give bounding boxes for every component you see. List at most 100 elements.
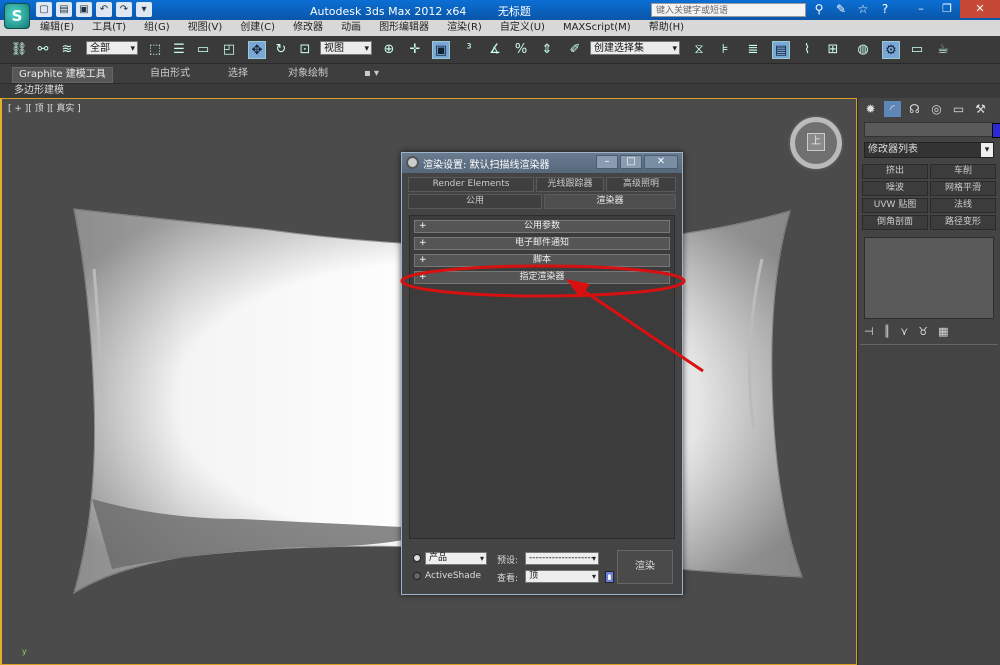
rollout-common-parameters[interactable]: + 公用参数 [414, 220, 670, 233]
pivot-icon[interactable]: ⊕ [380, 41, 398, 59]
render-production-icon[interactable]: ☕ [934, 41, 952, 59]
help-icon[interactable]: ? [878, 2, 892, 16]
menu-help[interactable]: 帮助(H) [649, 20, 684, 36]
render-setup-icon[interactable]: ⚙ [882, 41, 900, 59]
modifier-noise-button[interactable]: 噪波 [862, 181, 928, 196]
polygon-modeling-label[interactable]: 多边形建模 [14, 84, 64, 98]
create-tab-icon[interactable]: ✹ [862, 101, 879, 117]
menu-edit[interactable]: 编辑(E) [40, 20, 74, 36]
save-icon[interactable]: ▣ [76, 2, 92, 17]
rollout-scripts[interactable]: + 脚本 [414, 254, 670, 267]
keyboard-shortcut-icon[interactable]: ▣ [432, 41, 450, 59]
view-select[interactable]: 顶 [525, 570, 599, 583]
app-logo-icon[interactable]: S [4, 3, 30, 29]
menu-modifiers[interactable]: 修改器 [293, 20, 323, 36]
new-file-icon[interactable]: ▢ [36, 2, 52, 17]
configure-sets-icon[interactable]: ▦ [938, 325, 948, 338]
select-manipulate-icon[interactable]: ✛ [406, 41, 424, 59]
ribbon-tab-selection[interactable]: 选择 [228, 67, 248, 81]
modifier-uvw-button[interactable]: UVW 贴图 [862, 198, 928, 213]
dialog-title-bar[interactable]: 渲染设置: 默认扫描线渲染器 – □ ✕ [402, 153, 682, 173]
tab-raytracer[interactable]: 光线跟踪器 [536, 177, 604, 192]
tab-advanced-lighting[interactable]: 高级照明 [606, 177, 676, 192]
modifier-normal-button[interactable]: 法线 [930, 198, 996, 213]
menu-views[interactable]: 视图(V) [188, 20, 223, 36]
show-end-result-icon[interactable]: ║ [884, 325, 891, 338]
reference-coord-select[interactable]: 视图 [320, 41, 372, 56]
schematic-view-icon[interactable]: ⊞ [824, 41, 842, 59]
open-file-icon[interactable]: ▤ [56, 2, 72, 17]
material-editor-icon[interactable]: ◍ [854, 41, 872, 59]
modifier-meshsmooth-button[interactable]: 网格平滑 [930, 181, 996, 196]
dropdown-icon[interactable]: ▾ [136, 2, 152, 17]
modify-tab-icon[interactable]: ◜ [884, 101, 901, 117]
modifier-bevel-profile-button[interactable]: 倒角剖面 [862, 215, 928, 230]
modifier-stack[interactable] [864, 237, 994, 319]
bind-spacewarp-icon[interactable]: ≋ [58, 41, 76, 59]
make-unique-icon[interactable]: ⋎ [900, 325, 908, 338]
ribbon-options-icon[interactable]: ▪ ▾ [364, 67, 379, 81]
menu-rendering[interactable]: 渲染(R) [447, 20, 482, 36]
viewcube-top-face[interactable]: 上 [807, 133, 825, 151]
motion-tab-icon[interactable]: ◎ [928, 101, 945, 117]
production-mode-select[interactable]: 产品 [425, 552, 487, 565]
angle-snap-icon[interactable]: ∡ [486, 41, 504, 59]
lock-icon[interactable]: ▮ [605, 571, 614, 583]
snap-3-icon[interactable]: ³ [460, 41, 478, 59]
dialog-close-icon[interactable]: ✕ [644, 155, 678, 169]
pin-stack-icon[interactable]: ⊣ [864, 325, 874, 338]
dialog-minimize-icon[interactable]: – [596, 155, 618, 169]
rollout-assign-renderer[interactable]: + 指定渲染器 [414, 271, 670, 284]
spinner-snap-icon[interactable]: ⇕ [538, 41, 556, 59]
hierarchy-tab-icon[interactable]: ☊ [906, 101, 923, 117]
menu-customize[interactable]: 自定义(U) [500, 20, 545, 36]
modifier-extrude-button[interactable]: 挤出 [862, 164, 928, 179]
viewcube[interactable]: 上 [790, 117, 842, 169]
redo-icon[interactable]: ↷ [116, 2, 132, 17]
star-icon[interactable]: ☆ [856, 2, 870, 16]
edit-named-selection-icon[interactable]: ✐ [566, 41, 584, 59]
curve-editor-icon[interactable]: ⌇ [798, 41, 816, 59]
move-icon[interactable]: ✥ [248, 41, 266, 59]
rotate-icon[interactable]: ↻ [272, 41, 290, 59]
display-tab-icon[interactable]: ▭ [950, 101, 967, 117]
maximize-icon[interactable]: ❐ [934, 0, 960, 18]
radio-activeshade[interactable] [413, 572, 421, 580]
minimize-icon[interactable]: – [908, 0, 934, 18]
window-crossing-icon[interactable]: ◰ [220, 41, 238, 59]
menu-graph-editors[interactable]: 图形编辑器 [379, 20, 429, 36]
select-by-name-icon[interactable]: ☰ [170, 41, 188, 59]
ribbon-tab-object-paint[interactable]: 对象绘制 [288, 67, 328, 81]
rollout-email-notifications[interactable]: + 电子邮件通知 [414, 237, 670, 250]
binoculars-icon[interactable]: ⚲ [812, 2, 826, 16]
menu-group[interactable]: 组(G) [144, 20, 170, 36]
modifier-lathe-button[interactable]: 车削 [930, 164, 996, 179]
menu-tools[interactable]: 工具(T) [92, 20, 126, 36]
render-button[interactable]: 渲染 [617, 550, 673, 584]
tab-common[interactable]: 公用 [408, 194, 542, 209]
graphite-toggle-icon[interactable]: ▤ [772, 41, 790, 59]
dialog-maximize-icon[interactable]: □ [620, 155, 642, 169]
close-icon[interactable]: ✕ [960, 0, 1000, 18]
unlink-icon[interactable]: ⚯ [34, 41, 52, 59]
named-selection-select[interactable]: 创建选择集 [590, 41, 680, 56]
undo-icon[interactable]: ↶ [96, 2, 112, 17]
preset-select[interactable]: -------------------- [525, 552, 599, 565]
link-icon[interactable]: ⛓ [10, 41, 28, 59]
align-icon[interactable]: ⊧ [716, 41, 734, 59]
menu-create[interactable]: 创建(C) [240, 20, 275, 36]
tab-renderer[interactable]: 渲染器 [544, 194, 676, 209]
modifier-path-deform-button[interactable]: 路径变形 [930, 215, 996, 230]
search-input[interactable]: 键入关键字或短语 [651, 3, 806, 17]
menu-maxscript[interactable]: MAXScript(M) [563, 20, 631, 36]
selection-filter-select[interactable]: 全部 [86, 41, 138, 56]
percent-snap-icon[interactable]: % [512, 41, 530, 59]
mirror-icon[interactable]: ⧖ [690, 41, 708, 59]
remove-modifier-icon[interactable]: ♉ [918, 325, 928, 338]
layer-manager-icon[interactable]: ≣ [744, 41, 762, 59]
scale-icon[interactable]: ⊡ [296, 41, 314, 59]
rendered-frame-icon[interactable]: ▭ [908, 41, 926, 59]
select-object-icon[interactable]: ⬚ [146, 41, 164, 59]
radio-production[interactable] [413, 554, 421, 562]
ribbon-tab-freeform[interactable]: 自由形式 [150, 67, 190, 81]
